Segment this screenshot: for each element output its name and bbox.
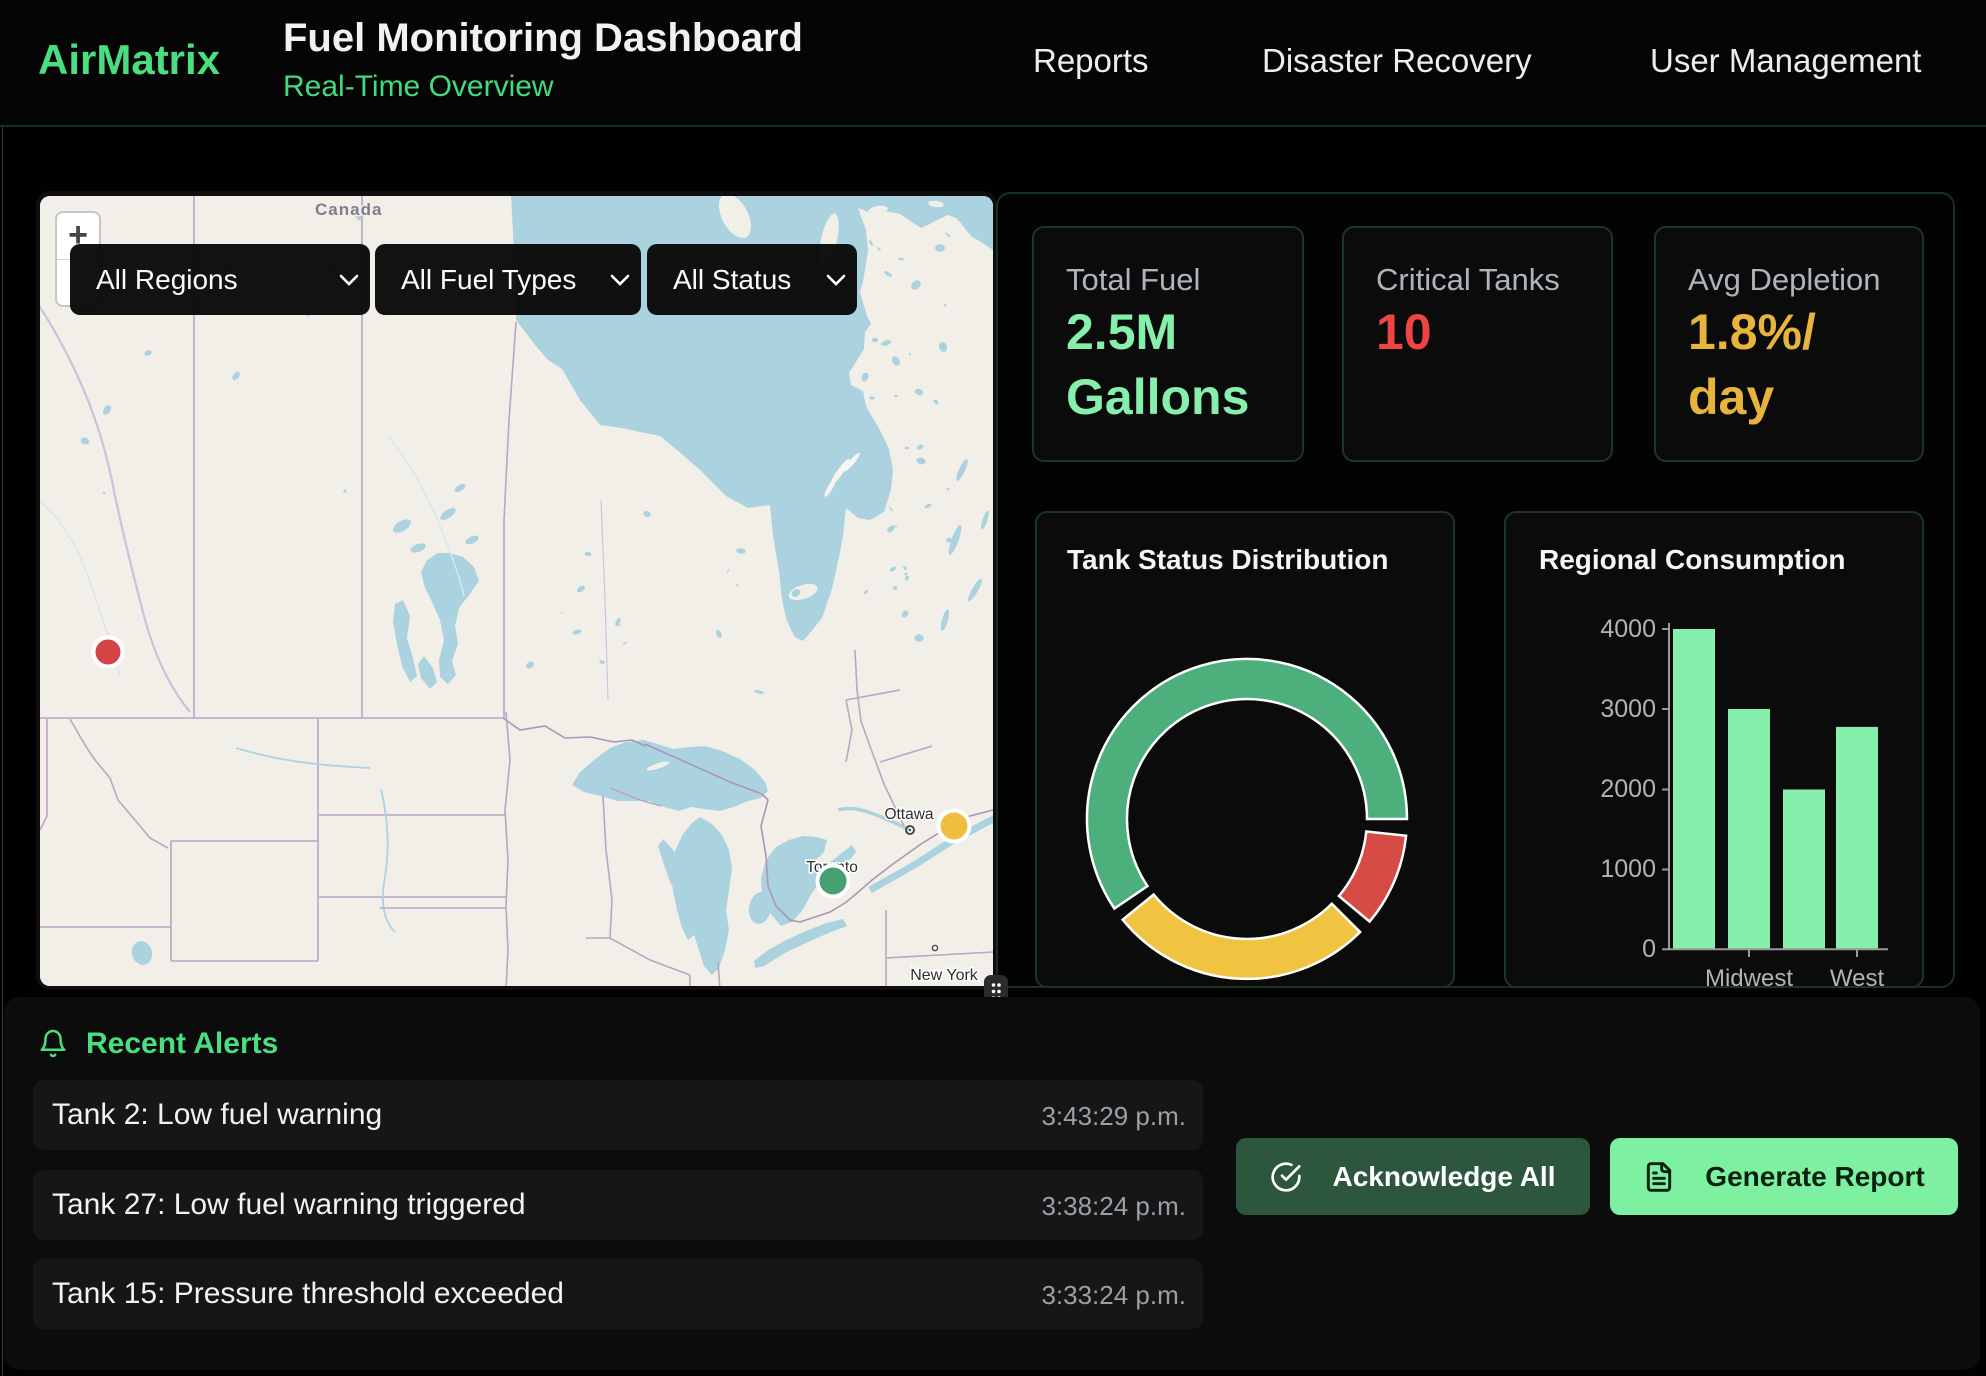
svg-text:Ottawa: Ottawa [884, 806, 933, 823]
svg-text:3000: 3000 [1600, 695, 1656, 723]
svg-text:2000: 2000 [1600, 775, 1656, 803]
svg-text:Midwest: Midwest [1705, 965, 1793, 988]
svg-text:0: 0 [1642, 935, 1656, 963]
svg-text:New York: New York [910, 967, 979, 984]
svg-text:1000: 1000 [1600, 855, 1656, 883]
svg-text:West: West [1830, 965, 1885, 988]
svg-text:4000: 4000 [1600, 615, 1656, 643]
svg-text:Canada: Canada [315, 200, 382, 219]
